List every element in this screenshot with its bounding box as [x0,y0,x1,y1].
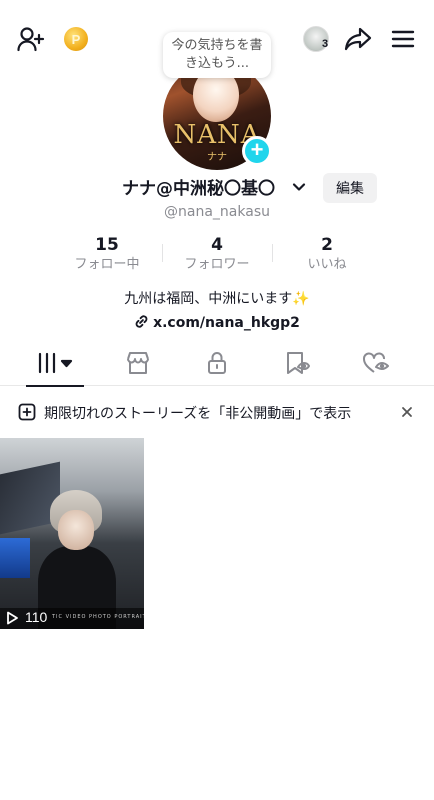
add-story-plus-icon[interactable]: + [242,136,272,166]
profile-link-text: x.com/nana_hkgp2 [153,315,300,331]
stat-followers[interactable]: 4 フォロワー [162,234,272,276]
link-icon [134,314,149,333]
video-thumbnail[interactable]: TIC VIDEO PHOTO PORTRAIT 110 [0,438,144,629]
tab-shop[interactable] [118,344,158,386]
shop-icon [125,351,151,379]
share-icon[interactable] [342,24,374,54]
username: @nana_nakasu [164,204,270,220]
display-name[interactable]: ナナ@中洲秘〇基〇 [122,174,275,199]
videos-grid-icon [36,352,74,378]
heart-hidden-icon [362,351,390,379]
stats-row: 15 フォロー中 4 フォロワー 2 いいね [52,234,382,276]
coin-label: P [71,31,81,47]
stat-following[interactable]: 15 フォロー中 [52,234,162,276]
stories-banner: 期限切れのストーリーズを「非公開動画」で表示 [0,396,434,428]
camera-mode-bar: TIC VIDEO PHOTO PORTRAIT [0,608,144,629]
edit-profile-button[interactable]: 編集 [323,173,377,203]
tab-favorites[interactable] [277,344,317,386]
divider [162,244,163,262]
thumbnail-screen [0,538,30,578]
stat-label: フォロー中 [74,257,140,272]
tab-videos[interactable] [26,344,84,387]
note-bubble[interactable]: 今の気持ちを書き込もう... [163,32,271,78]
stat-likes[interactable]: 2 いいね [272,234,382,276]
stat-label: フォロワー [184,257,250,272]
stat-value: 2 [321,235,333,255]
divider [272,244,273,262]
play-icon [5,610,19,625]
coin-icon[interactable]: P [64,27,88,51]
banner-text[interactable]: 期限切れのストーリーズを「非公開動画」で表示 [44,403,351,423]
stat-label: いいね [307,257,347,272]
stat-value: 15 [95,235,119,255]
tab-liked[interactable] [356,344,396,386]
add-video-icon [18,403,36,421]
thumbnail-person-face [58,510,94,550]
chevron-down-icon[interactable] [291,179,307,195]
bookmark-hidden-icon [284,351,310,379]
add-friend-icon[interactable] [14,24,48,54]
menu-icon[interactable] [388,25,418,53]
view-count: 110 [25,609,48,625]
tab-private[interactable] [197,344,237,386]
stat-value: 4 [211,235,223,255]
profile-link[interactable]: x.com/nana_hkgp2 [0,314,434,333]
bio-text: 九州は福岡、中洲にいます✨ [124,291,310,307]
friends-count: 3 [322,38,329,50]
avatar-sign-sub: ナナ [207,152,227,163]
content-tabs [0,344,434,387]
lock-icon [206,351,228,379]
close-icon[interactable] [398,403,416,421]
